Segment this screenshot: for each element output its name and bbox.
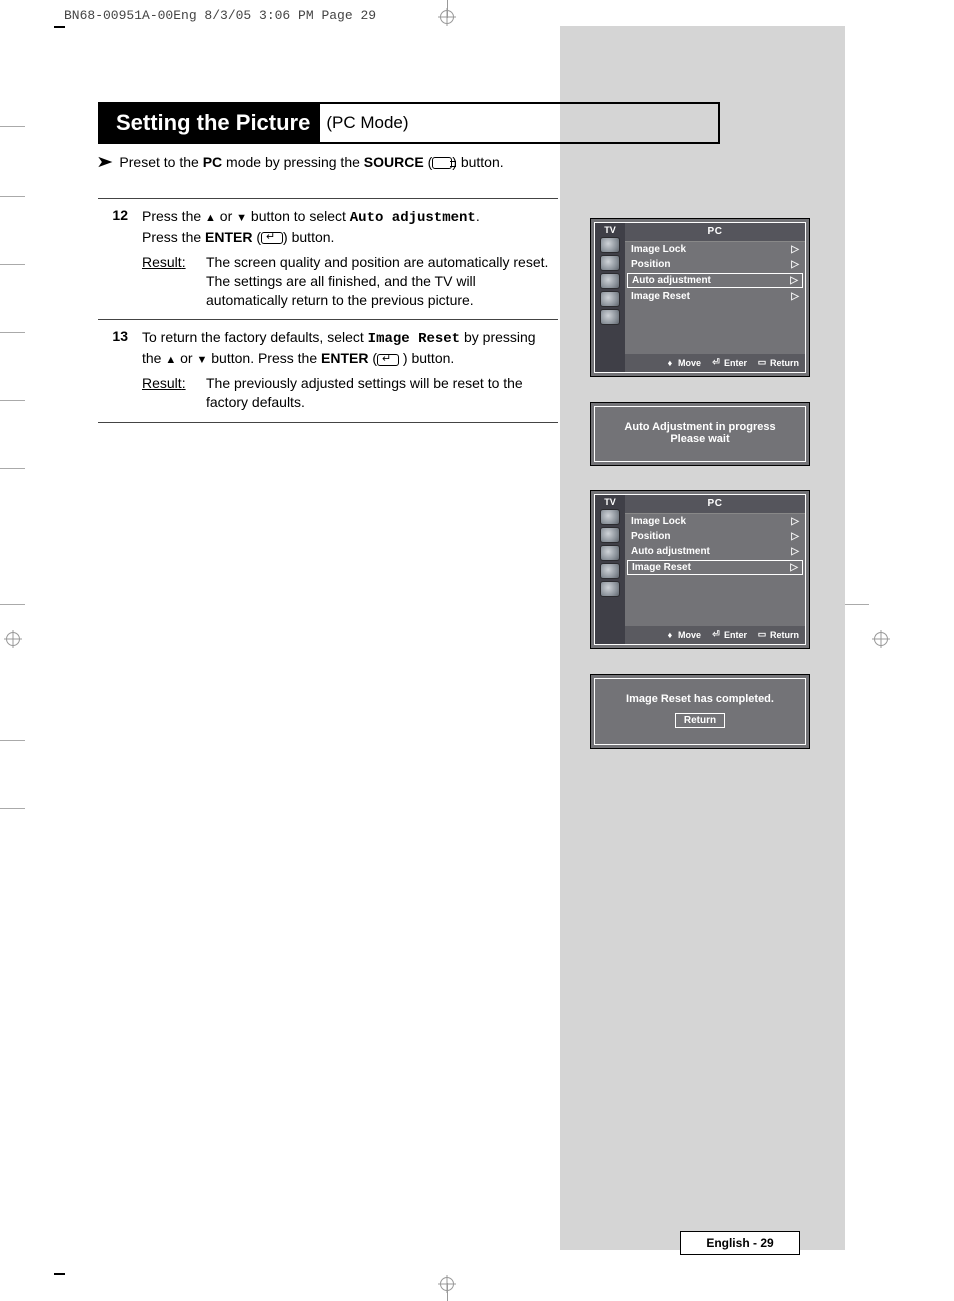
enter-button-icon bbox=[377, 354, 399, 366]
text: Preset to the bbox=[119, 154, 202, 170]
osd-side-icons: TV bbox=[595, 223, 625, 372]
osd-footer: ♦Move ⏎Enter ▭Return bbox=[625, 626, 805, 644]
osd-side-icon bbox=[600, 255, 620, 271]
osd-message-line: Image Reset has completed. bbox=[601, 693, 799, 705]
corner-rule bbox=[54, 26, 65, 42]
chevron-right-icon: ▷ bbox=[791, 291, 799, 302]
osd-title: PC bbox=[625, 495, 805, 514]
osd-side-icon bbox=[600, 545, 620, 561]
step-number: 13 bbox=[98, 328, 142, 412]
source-button-icon bbox=[432, 157, 452, 169]
page-number: English - 29 bbox=[680, 1231, 800, 1255]
osd-item-image-reset[interactable]: Image Reset▷ bbox=[627, 560, 803, 575]
osd-tv-label: TV bbox=[604, 497, 616, 507]
step-result: Result The previously adjusted settings … bbox=[142, 374, 558, 412]
registration-mark bbox=[438, 8, 456, 26]
down-triangle-icon: ▼ bbox=[236, 212, 247, 224]
osd-side-icon bbox=[600, 509, 620, 525]
osd-side-icon bbox=[600, 581, 620, 597]
text: mode by pressing the bbox=[222, 154, 364, 170]
corner-rule bbox=[54, 1259, 65, 1275]
text-bold: SOURCE bbox=[364, 154, 424, 170]
down-triangle-icon: ▼ bbox=[196, 354, 207, 366]
chevron-right-icon: ▷ bbox=[790, 275, 798, 286]
osd-item-auto-adjustment[interactable]: Auto adjustment▷ bbox=[625, 544, 805, 559]
result-text: The screen quality and position are auto… bbox=[206, 253, 558, 310]
preset-instruction: ➤ Preset to the PC mode by pressing the … bbox=[98, 152, 658, 172]
osd-footer: ♦Move ⏎Enter ▭Return bbox=[625, 354, 805, 372]
enter-button-icon bbox=[261, 232, 283, 244]
step-13: 13 To return the factory defaults, selec… bbox=[98, 320, 558, 423]
osd-item-image-lock[interactable]: Image Lock▷ bbox=[625, 514, 805, 529]
osd-item-position[interactable]: Position▷ bbox=[625, 529, 805, 544]
osd-item-image-reset[interactable]: Image Reset▷ bbox=[625, 289, 805, 304]
section-title-box: Setting the Picture (PC Mode) bbox=[98, 102, 720, 144]
step-line: To return the factory defaults, select I… bbox=[142, 328, 558, 368]
osd-title: PC bbox=[625, 223, 805, 242]
osd-return-button[interactable]: Return bbox=[675, 713, 725, 728]
step-line: Press the ▲ or ▼ button to select Auto a… bbox=[142, 207, 558, 228]
osd-side-icon bbox=[600, 563, 620, 579]
osd-side-icon bbox=[600, 309, 620, 325]
osd-item-auto-adjustment[interactable]: Auto adjustment▷ bbox=[627, 273, 803, 288]
osd-side-icon bbox=[600, 291, 620, 307]
osd-menu-reset: TV PC Image Lock▷ Position▷ Auto adjustm… bbox=[590, 490, 810, 649]
registration-mark bbox=[4, 630, 22, 648]
updown-icon: ♦ bbox=[665, 358, 675, 368]
result-text: The previously adjusted settings will be… bbox=[206, 374, 558, 412]
chevron-right-icon: ▷ bbox=[791, 546, 799, 557]
proof-header: BN68-00951A-00Eng 8/3/05 3:06 PM Page 29 bbox=[64, 8, 376, 23]
enter-icon: ⏎ bbox=[711, 629, 721, 640]
osd-side-icon bbox=[600, 237, 620, 253]
osd-side-icons: TV bbox=[595, 495, 625, 644]
registration-mark bbox=[438, 1275, 456, 1293]
chevron-right-icon: ▷ bbox=[791, 531, 799, 542]
result-label: Result bbox=[142, 374, 206, 412]
step-line: Press the ENTER () button. bbox=[142, 228, 558, 247]
step-12: 12 Press the ▲ or ▼ button to select Aut… bbox=[98, 199, 558, 320]
up-triangle-icon: ▲ bbox=[165, 354, 176, 366]
chevron-right-icon: ▷ bbox=[790, 562, 798, 573]
osd-message-line: Auto Adjustment in progress bbox=[601, 421, 799, 433]
osd-side-icon bbox=[600, 273, 620, 289]
chevron-right-icon: ▷ bbox=[791, 259, 799, 270]
text: button. bbox=[461, 154, 504, 170]
result-label: Result bbox=[142, 253, 206, 310]
osd-menu-auto: TV PC Image Lock▷ Position▷ Auto adjustm… bbox=[590, 218, 810, 377]
section-title: Setting the Picture bbox=[98, 104, 320, 142]
osd-message-auto: Auto Adjustment in progress Please wait bbox=[590, 402, 810, 466]
step-result: Result The screen quality and position a… bbox=[142, 253, 558, 310]
osd-message-reset: Image Reset has completed. Return bbox=[590, 674, 810, 749]
enter-icon: ⏎ bbox=[711, 357, 721, 368]
chevron-right-icon: ▷ bbox=[791, 244, 799, 255]
osd-item-image-lock[interactable]: Image Lock▷ bbox=[625, 242, 805, 257]
osd-side-icon bbox=[600, 527, 620, 543]
text-bold: PC bbox=[203, 154, 222, 170]
chevron-right-icon: ▷ bbox=[791, 516, 799, 527]
pointer-icon: ➤ bbox=[96, 152, 113, 172]
section-subtitle: (PC Mode) bbox=[320, 113, 408, 133]
step-list: 12 Press the ▲ or ▼ button to select Aut… bbox=[98, 198, 558, 423]
osd-message-line: Please wait bbox=[601, 433, 799, 445]
osd-item-position[interactable]: Position▷ bbox=[625, 257, 805, 272]
updown-icon: ♦ bbox=[665, 630, 675, 640]
menu-icon: ▭ bbox=[757, 357, 767, 368]
up-triangle-icon: ▲ bbox=[205, 212, 216, 224]
menu-icon: ▭ bbox=[757, 629, 767, 640]
step-number: 12 bbox=[98, 207, 142, 309]
osd-tv-label: TV bbox=[604, 225, 616, 235]
